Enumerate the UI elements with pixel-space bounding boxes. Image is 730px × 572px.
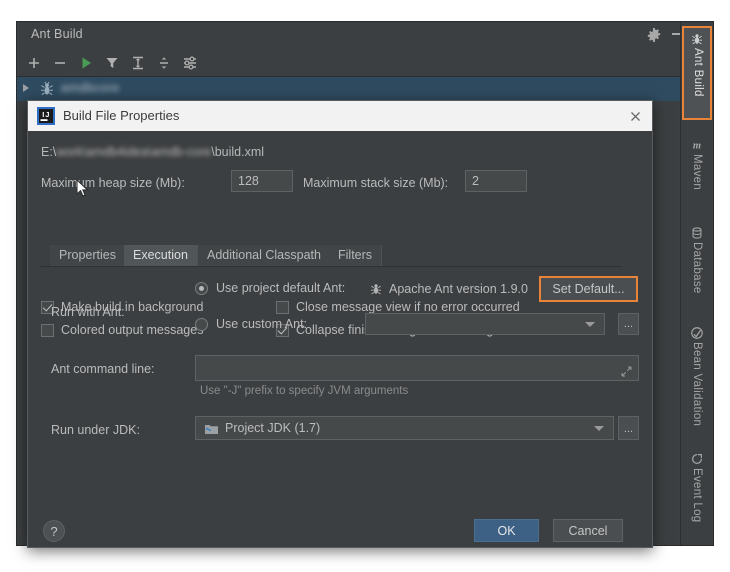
ant-version-text: Apache Ant version 1.9.0	[389, 282, 528, 296]
ant-bug-icon	[39, 81, 55, 97]
collapse-all-button[interactable]	[155, 54, 173, 72]
path-redacted: work\amdb4idea\amdb-core	[56, 145, 212, 159]
radio-dot	[195, 281, 208, 295]
stripe-tab-label: Bean Validation	[691, 342, 703, 427]
help-button[interactable]: ?	[43, 520, 65, 542]
max-heap-size-input[interactable]	[231, 170, 293, 192]
ant-bug-icon	[369, 282, 383, 296]
path-prefix: E:\	[41, 145, 57, 159]
radio-label: Use custom Ant:	[216, 317, 308, 331]
stripe-tab-database[interactable]: Database	[683, 222, 711, 314]
use-project-default-ant-radio[interactable]: Use project default Ant:	[195, 281, 345, 295]
database-icon	[690, 226, 704, 240]
jdk-value: Project JDK (1.7)	[225, 421, 321, 435]
intellij-idea-icon: I J	[37, 107, 55, 125]
ok-button-label: OK	[497, 523, 516, 538]
tab-additional-classpath[interactable]: Additional Classpath	[198, 245, 331, 266]
tab-execution[interactable]: Execution	[124, 245, 198, 266]
stripe-tab-label: Database	[691, 242, 703, 294]
chevron-down-icon	[585, 322, 595, 327]
bean-validation-icon	[690, 326, 704, 340]
ant-build-tree-row[interactable]: amdbcore	[17, 77, 681, 101]
max-stack-size-label: Maximum stack size (Mb):	[303, 176, 449, 190]
max-stack-size-input[interactable]	[465, 170, 527, 192]
run-button[interactable]	[77, 54, 95, 72]
triangle-right-icon[interactable]	[23, 84, 29, 92]
dialog-title-bar: I J Build File Properties	[28, 101, 652, 132]
help-button-label: ?	[50, 523, 58, 539]
add-button[interactable]	[25, 54, 43, 72]
dialog-title: Build File Properties	[63, 108, 180, 123]
radio-dot	[195, 317, 208, 331]
browse-button-label: ...	[623, 423, 634, 435]
tree-node-label: amdbcore	[61, 81, 120, 95]
tab-filters[interactable]: Filters	[329, 245, 383, 266]
set-default-button[interactable]: Set Default...	[539, 276, 638, 302]
expand-editor-icon[interactable]	[621, 366, 632, 377]
svg-text:J: J	[45, 110, 49, 119]
radio-label: Use project default Ant:	[216, 281, 346, 295]
tab-properties[interactable]: Properties	[50, 245, 126, 266]
custom-ant-browse-button[interactable]: ...	[618, 313, 639, 335]
ant-toolbar	[17, 49, 681, 77]
properties-button[interactable]	[181, 54, 199, 72]
chevron-down-icon	[594, 426, 604, 431]
run-with-ant-label: Run with Ant:	[51, 305, 125, 319]
execution-panel: Run with Ant: Use project default Ant: A…	[39, 266, 639, 496]
event-log-icon	[690, 452, 704, 466]
max-heap-size-label: Maximum heap size (Mb):	[41, 176, 185, 190]
cancel-button-label: Cancel	[568, 523, 608, 538]
close-icon[interactable]	[627, 108, 644, 125]
right-tool-stripe: Ant Build m Maven Database Bean Validati…	[680, 22, 713, 545]
custom-ant-combo[interactable]	[365, 313, 605, 335]
screen-root: Ant Build amdbcore Ant Build m Maven Dat…	[0, 0, 730, 572]
cancel-button[interactable]: Cancel	[553, 519, 623, 542]
stripe-tab-event-log[interactable]: Event Log	[683, 448, 711, 538]
ok-button[interactable]: OK	[474, 519, 539, 542]
svg-text:m: m	[693, 141, 701, 152]
remove-button[interactable]	[51, 54, 69, 72]
jdk-folder-icon	[204, 422, 219, 436]
build-file-properties-dialog: I J Build File Properties E:\work\amdb4i…	[27, 100, 653, 548]
gear-icon[interactable]	[646, 27, 662, 43]
stripe-tab-label: Maven	[691, 154, 703, 191]
maven-m-icon: m	[690, 138, 704, 152]
ant-command-line-label: Ant command line:	[51, 362, 155, 376]
filter-funnel-icon[interactable]	[103, 54, 121, 72]
ant-command-line-input[interactable]	[195, 355, 639, 381]
stripe-tab-ant-build[interactable]: Ant Build	[682, 26, 712, 120]
dialog-tab-strip: Properties Execution Additional Classpat…	[39, 245, 622, 267]
svg-text:I: I	[42, 110, 44, 119]
jdk-browse-button[interactable]: ...	[618, 416, 639, 440]
set-default-button-label: Set Default...	[552, 282, 625, 296]
tool-window-title: Ant Build	[31, 27, 83, 41]
use-custom-ant-radio[interactable]: Use custom Ant:	[195, 317, 307, 331]
stripe-tab-bean-validation[interactable]: Bean Validation	[683, 322, 711, 440]
browse-button-label: ...	[623, 318, 634, 330]
run-under-jdk-combo[interactable]: Project JDK (1.7)	[195, 416, 614, 440]
stripe-tab-label: Event Log	[691, 468, 703, 523]
tool-window-header: Ant Build	[17, 22, 684, 48]
expand-all-button[interactable]	[129, 54, 147, 72]
run-under-jdk-label: Run under JDK:	[51, 423, 140, 437]
ant-command-line-hint: Use "-J" prefix to specify JVM arguments	[200, 385, 409, 397]
stripe-tab-label: Ant Build	[692, 48, 704, 97]
stripe-tab-maven[interactable]: m Maven	[683, 134, 711, 214]
build-file-path: E:\work\amdb4idea\amdb-core\build.xml	[41, 145, 264, 159]
dialog-body: E:\work\amdb4idea\amdb-core\build.xml Ma…	[28, 131, 652, 547]
path-suffix: \build.xml	[211, 145, 265, 159]
ant-bug-icon	[690, 32, 704, 46]
